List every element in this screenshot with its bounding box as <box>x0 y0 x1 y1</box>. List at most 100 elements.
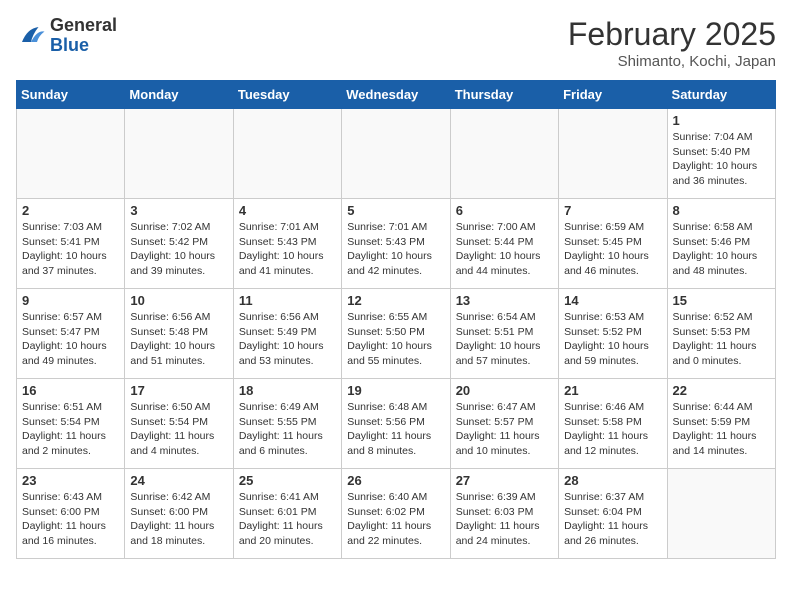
day-number: 25 <box>239 473 336 488</box>
day-number: 21 <box>564 383 661 398</box>
calendar-cell <box>667 469 775 559</box>
logo-bird-icon <box>16 21 46 51</box>
day-number: 9 <box>22 293 119 308</box>
calendar-cell <box>450 109 558 199</box>
day-info: Sunrise: 6:59 AM Sunset: 5:45 PM Dayligh… <box>564 220 661 279</box>
day-info: Sunrise: 6:56 AM Sunset: 5:49 PM Dayligh… <box>239 310 336 369</box>
page-header: General Blue February 2025 Shimanto, Koc… <box>16 16 776 70</box>
col-header-thursday: Thursday <box>450 81 558 109</box>
calendar-cell <box>17 109 125 199</box>
day-number: 3 <box>130 203 227 218</box>
calendar-cell <box>125 109 233 199</box>
day-info: Sunrise: 6:46 AM Sunset: 5:58 PM Dayligh… <box>564 400 661 459</box>
calendar-cell: 4 Sunrise: 7:01 AM Sunset: 5:43 PM Daylig… <box>233 199 341 289</box>
day-number: 8 <box>673 203 770 218</box>
day-number: 20 <box>456 383 553 398</box>
day-info: Sunrise: 6:52 AM Sunset: 5:53 PM Dayligh… <box>673 310 770 369</box>
day-number: 4 <box>239 203 336 218</box>
day-number: 26 <box>347 473 444 488</box>
day-info: Sunrise: 7:00 AM Sunset: 5:44 PM Dayligh… <box>456 220 553 279</box>
calendar-cell: 28Sunrise: 6:37 AM Sunset: 6:04 PM Dayli… <box>559 469 667 559</box>
day-info: Sunrise: 7:01 AM Sunset: 5:43 PM Dayligh… <box>239 220 336 279</box>
day-info: Sunrise: 6:55 AM Sunset: 5:50 PM Dayligh… <box>347 310 444 369</box>
day-info: Sunrise: 7:04 AM Sunset: 5:40 PM Dayligh… <box>673 130 770 189</box>
day-info: Sunrise: 6:56 AM Sunset: 5:48 PM Dayligh… <box>130 310 227 369</box>
day-number: 19 <box>347 383 444 398</box>
calendar-header-row: SundayMondayTuesdayWednesdayThursdayFrid… <box>17 81 776 109</box>
calendar-table: SundayMondayTuesdayWednesdayThursdayFrid… <box>16 80 776 559</box>
calendar-cell: 2 Sunrise: 7:03 AM Sunset: 5:41 PM Daylig… <box>17 199 125 289</box>
calendar-cell: 11 Sunrise: 6:56 AM Sunset: 5:49 PM Dayli… <box>233 289 341 379</box>
day-number: 7 <box>564 203 661 218</box>
day-info: Sunrise: 7:03 AM Sunset: 5:41 PM Dayligh… <box>22 220 119 279</box>
col-header-friday: Friday <box>559 81 667 109</box>
calendar-cell: 1Sunrise: 7:04 AM Sunset: 5:40 PM Daylig… <box>667 109 775 199</box>
calendar-cell <box>342 109 450 199</box>
day-info: Sunrise: 6:47 AM Sunset: 5:57 PM Dayligh… <box>456 400 553 459</box>
calendar-cell: 3Sunrise: 7:02 AM Sunset: 5:42 PM Daylig… <box>125 199 233 289</box>
logo: General Blue <box>16 16 117 56</box>
calendar-cell: 16 Sunrise: 6:51 AM Sunset: 5:54 PM Dayli… <box>17 379 125 469</box>
calendar-cell: 20 Sunrise: 6:47 AM Sunset: 5:57 PM Dayli… <box>450 379 558 469</box>
day-number: 22 <box>673 383 770 398</box>
day-number: 11 <box>239 293 336 308</box>
day-number: 15 <box>673 293 770 308</box>
calendar-cell: 14 Sunrise: 6:53 AM Sunset: 5:52 PM Dayli… <box>559 289 667 379</box>
calendar-cell: 21 Sunrise: 6:46 AM Sunset: 5:58 PM Dayli… <box>559 379 667 469</box>
calendar-cell: 19 Sunrise: 6:48 AM Sunset: 5:56 PM Dayli… <box>342 379 450 469</box>
week-row-2: 2 Sunrise: 7:03 AM Sunset: 5:41 PM Daylig… <box>17 199 776 289</box>
col-header-wednesday: Wednesday <box>342 81 450 109</box>
week-row-3: 9 Sunrise: 6:57 AM Sunset: 5:47 PM Daylig… <box>17 289 776 379</box>
col-header-saturday: Saturday <box>667 81 775 109</box>
calendar-cell: 25 Sunrise: 6:41 AM Sunset: 6:01 PM Dayli… <box>233 469 341 559</box>
calendar-cell: 7 Sunrise: 6:59 AM Sunset: 5:45 PM Daylig… <box>559 199 667 289</box>
day-number: 13 <box>456 293 553 308</box>
day-number: 16 <box>22 383 119 398</box>
day-info: Sunrise: 6:51 AM Sunset: 5:54 PM Dayligh… <box>22 400 119 459</box>
day-info: Sunrise: 6:53 AM Sunset: 5:52 PM Dayligh… <box>564 310 661 369</box>
month-year-title: February 2025 <box>568 16 776 53</box>
calendar-cell: 17Sunrise: 6:50 AM Sunset: 5:54 PM Dayli… <box>125 379 233 469</box>
calendar-cell: 5Sunrise: 7:01 AM Sunset: 5:43 PM Daylig… <box>342 199 450 289</box>
day-info: Sunrise: 6:42 AM Sunset: 6:00 PM Dayligh… <box>130 490 227 549</box>
day-info: Sunrise: 6:43 AM Sunset: 6:00 PM Dayligh… <box>22 490 119 549</box>
calendar-cell: 15 Sunrise: 6:52 AM Sunset: 5:53 PM Dayli… <box>667 289 775 379</box>
week-row-5: 23 Sunrise: 6:43 AM Sunset: 6:00 PM Dayli… <box>17 469 776 559</box>
calendar-cell <box>233 109 341 199</box>
calendar-cell: 6 Sunrise: 7:00 AM Sunset: 5:44 PM Daylig… <box>450 199 558 289</box>
calendar-cell: 27 Sunrise: 6:39 AM Sunset: 6:03 PM Dayli… <box>450 469 558 559</box>
day-info: Sunrise: 6:39 AM Sunset: 6:03 PM Dayligh… <box>456 490 553 549</box>
calendar-cell: 8 Sunrise: 6:58 AM Sunset: 5:46 PM Daylig… <box>667 199 775 289</box>
day-number: 18 <box>239 383 336 398</box>
day-info: Sunrise: 7:01 AM Sunset: 5:43 PM Dayligh… <box>347 220 444 279</box>
day-info: Sunrise: 6:48 AM Sunset: 5:56 PM Dayligh… <box>347 400 444 459</box>
day-info: Sunrise: 6:40 AM Sunset: 6:02 PM Dayligh… <box>347 490 444 549</box>
day-info: Sunrise: 6:57 AM Sunset: 5:47 PM Dayligh… <box>22 310 119 369</box>
calendar-cell: 26 Sunrise: 6:40 AM Sunset: 6:02 PM Dayli… <box>342 469 450 559</box>
col-header-tuesday: Tuesday <box>233 81 341 109</box>
day-info: Sunrise: 6:50 AM Sunset: 5:54 PM Dayligh… <box>130 400 227 459</box>
day-info: Sunrise: 6:58 AM Sunset: 5:46 PM Dayligh… <box>673 220 770 279</box>
day-number: 12 <box>347 293 444 308</box>
week-row-4: 16 Sunrise: 6:51 AM Sunset: 5:54 PM Dayli… <box>17 379 776 469</box>
calendar-cell: 13 Sunrise: 6:54 AM Sunset: 5:51 PM Dayli… <box>450 289 558 379</box>
day-number: 10 <box>130 293 227 308</box>
calendar-cell: 10 Sunrise: 6:56 AM Sunset: 5:48 PM Dayli… <box>125 289 233 379</box>
location-subtitle: Shimanto, Kochi, Japan <box>568 53 776 70</box>
logo-text: General Blue <box>50 16 117 56</box>
day-number: 6 <box>456 203 553 218</box>
col-header-sunday: Sunday <box>17 81 125 109</box>
calendar-cell: 22 Sunrise: 6:44 AM Sunset: 5:59 PM Dayli… <box>667 379 775 469</box>
calendar-cell: 23 Sunrise: 6:43 AM Sunset: 6:00 PM Dayli… <box>17 469 125 559</box>
calendar-cell: 9 Sunrise: 6:57 AM Sunset: 5:47 PM Daylig… <box>17 289 125 379</box>
day-number: 27 <box>456 473 553 488</box>
day-info: Sunrise: 6:44 AM Sunset: 5:59 PM Dayligh… <box>673 400 770 459</box>
day-info: Sunrise: 6:54 AM Sunset: 5:51 PM Dayligh… <box>456 310 553 369</box>
col-header-monday: Monday <box>125 81 233 109</box>
calendar-cell <box>559 109 667 199</box>
day-info: Sunrise: 6:41 AM Sunset: 6:01 PM Dayligh… <box>239 490 336 549</box>
day-number: 2 <box>22 203 119 218</box>
day-number: 23 <box>22 473 119 488</box>
day-info: Sunrise: 6:37 AM Sunset: 6:04 PM Dayligh… <box>564 490 661 549</box>
day-number: 14 <box>564 293 661 308</box>
